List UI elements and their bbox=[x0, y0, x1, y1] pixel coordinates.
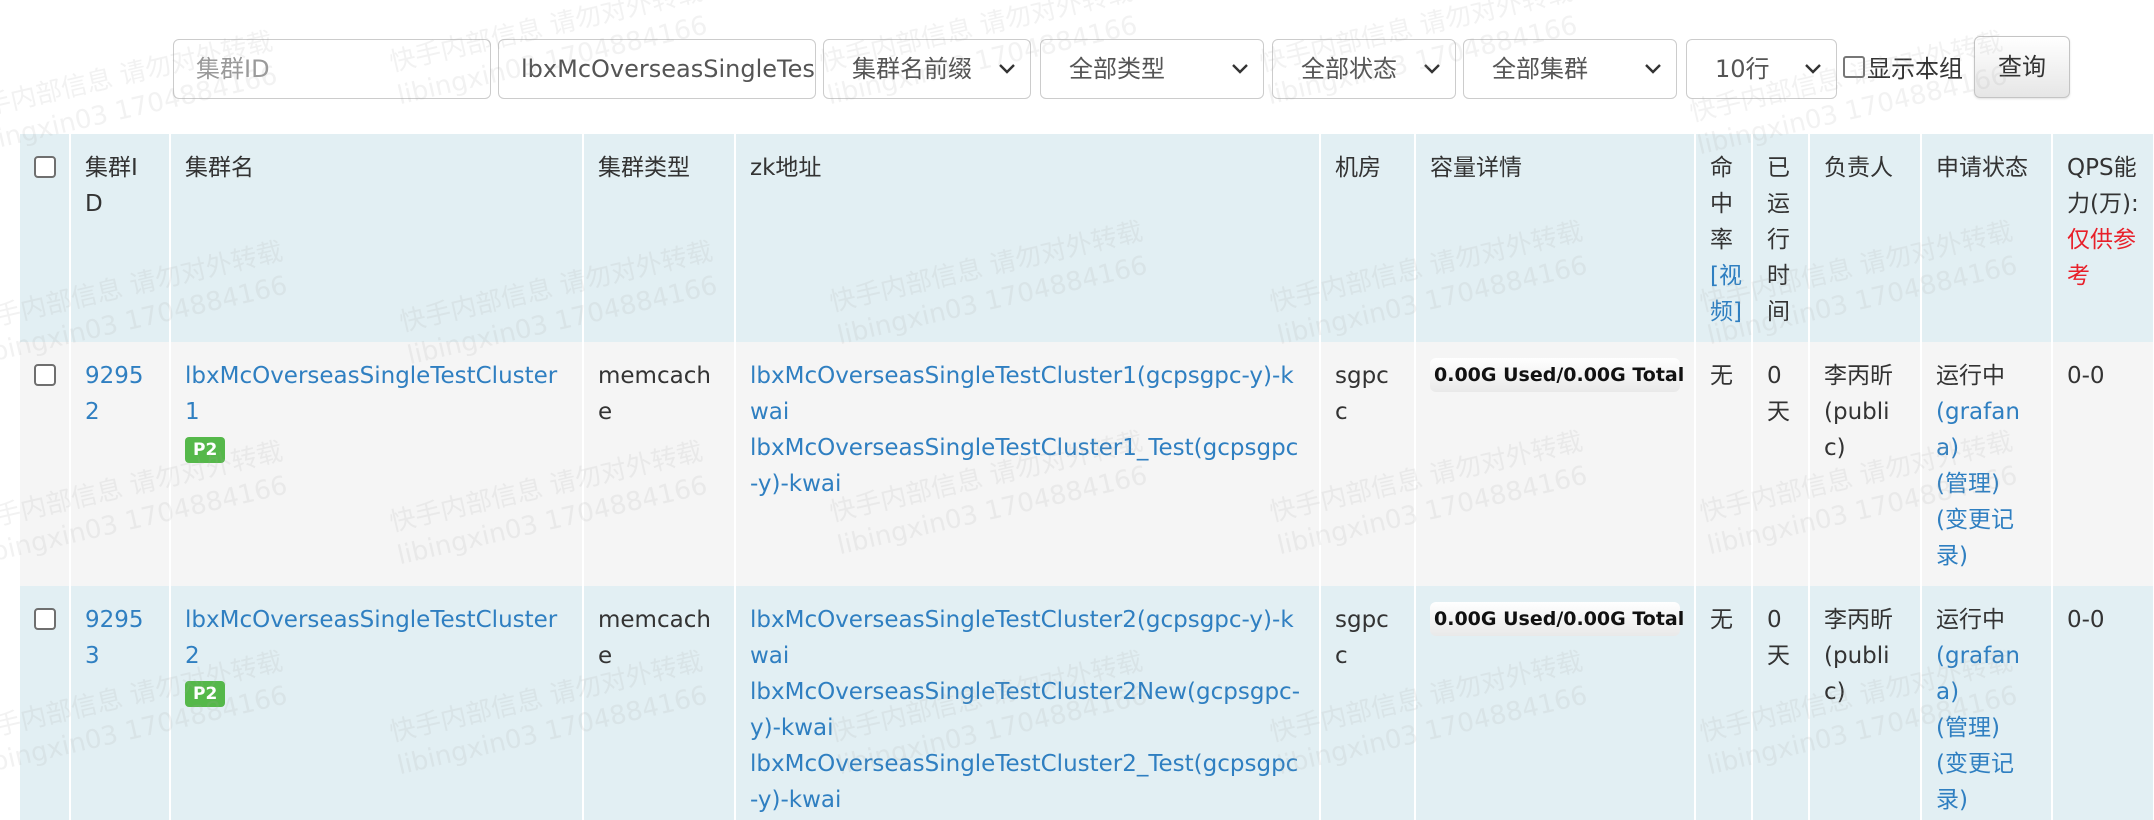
chevron-down-icon bbox=[1424, 64, 1440, 74]
capacity-cell: 0.00G Used/0.00G Total bbox=[1415, 342, 1696, 586]
manage-link[interactable]: (管理) bbox=[1936, 710, 2037, 746]
change-log-link[interactable]: (变更记录) bbox=[1936, 746, 2037, 818]
chevron-down-icon bbox=[1645, 64, 1661, 74]
zk-address-cell: lbxMcOverseasSingleTestCluster2(gcpsgpc-… bbox=[735, 586, 1321, 820]
change-log-link[interactable]: (变更记录) bbox=[1936, 502, 2037, 574]
cluster-name-link[interactable]: lbxMcOverseasSingleTestCluster2 bbox=[185, 602, 568, 674]
zk-address-cell: lbxMcOverseasSingleTestCluster1(gcpsgpc-… bbox=[735, 342, 1321, 586]
qps-label: QPS能力(万): bbox=[2067, 155, 2139, 217]
table-header-row: 集群ID 集群名 集群类型 zk地址 机房 容量详情 命中率 [视频] 已运行时… bbox=[20, 134, 2154, 342]
cluster-name-value: lbxMcOverseasSingleTes bbox=[521, 55, 815, 83]
cluster-id-link[interactable]: 92952 bbox=[85, 363, 144, 425]
manage-link[interactable]: (管理) bbox=[1936, 466, 2037, 502]
capacity-cell: 0.00G Used/0.00G Total bbox=[1415, 586, 1696, 820]
capacity-used: 0.00G Used bbox=[1434, 608, 1557, 630]
hit-rate-cell: 无 bbox=[1695, 586, 1753, 820]
row-select-cell bbox=[20, 586, 71, 820]
type-selected: 全部类型 bbox=[1069, 55, 1165, 83]
header-apply-status: 申请状态 bbox=[1921, 134, 2053, 342]
select-all-checkbox[interactable] bbox=[34, 156, 56, 178]
row-select-cell bbox=[20, 342, 71, 586]
cluster-id-cell: 92952 bbox=[70, 342, 171, 586]
zk-address-link[interactable]: lbxMcOverseasSingleTestCluster1_Test(gcp… bbox=[750, 430, 1305, 502]
uptime-cell: 0天 bbox=[1752, 586, 1810, 820]
zk-address-link[interactable]: lbxMcOverseasSingleTestCluster2_Test(gcp… bbox=[750, 746, 1305, 818]
page: 集群ID lbxMcOverseasSingleTes 集群名前缀 全部类型 全… bbox=[0, 0, 2154, 820]
cluster-id-cell: 92953 bbox=[70, 586, 171, 820]
room-cell: sgpcc bbox=[1320, 586, 1416, 820]
cluster-type-cell: memcache bbox=[583, 586, 736, 820]
chevron-down-icon bbox=[999, 64, 1015, 74]
cluster-id-placeholder: 集群ID bbox=[196, 55, 270, 83]
query-button[interactable]: 查询 bbox=[1974, 36, 2070, 98]
chevron-down-icon bbox=[1805, 64, 1821, 74]
page-size-selected: 10行 bbox=[1715, 55, 1770, 83]
chevron-down-icon bbox=[1232, 64, 1248, 74]
show-group-checkbox[interactable] bbox=[1843, 56, 1865, 78]
table-row: 92953 lbxMcOverseasSingleTestCluster2 P2… bbox=[20, 586, 2154, 820]
grafana-link[interactable]: (grafana) bbox=[1936, 394, 2037, 466]
grafana-link[interactable]: (grafana) bbox=[1936, 638, 2037, 710]
owner-cell: 李丙昕(public) bbox=[1809, 586, 1922, 820]
priority-badge: P2 bbox=[185, 681, 226, 707]
header-qps: QPS能力(万): 仅供参考 bbox=[2052, 134, 2154, 342]
apply-status-cell: 运行中 (grafana) (管理) (变更记录) bbox=[1921, 342, 2053, 586]
page-size-select[interactable]: 10行 bbox=[1686, 39, 1837, 99]
cluster-id-input[interactable]: 集群ID bbox=[173, 39, 491, 99]
room-cell: sgpcc bbox=[1320, 342, 1416, 586]
cluster-name-input[interactable]: lbxMcOverseasSingleTes bbox=[498, 39, 816, 99]
header-hit-rate: 命中率 [视频] bbox=[1695, 134, 1753, 342]
show-group-label: 显示本组 bbox=[1867, 55, 1963, 83]
cluster-id-link[interactable]: 92953 bbox=[85, 607, 144, 669]
type-select[interactable]: 全部类型 bbox=[1040, 39, 1264, 99]
row-checkbox[interactable] bbox=[34, 608, 56, 630]
qps-cell: 0-0 bbox=[2052, 586, 2154, 820]
name-match-selected: 集群名前缀 bbox=[852, 55, 972, 83]
cluster-type-cell: memcache bbox=[583, 342, 736, 586]
priority-badge: P2 bbox=[185, 437, 226, 463]
apply-status-cell: 运行中 (grafana) (管理) (变更记录) bbox=[1921, 586, 2053, 820]
cluster-name-link[interactable]: lbxMcOverseasSingleTestCluster1 bbox=[185, 358, 568, 430]
capacity-progress-bar: 0.00G Used/0.00G Total bbox=[1430, 358, 1684, 392]
header-select-all bbox=[20, 134, 71, 342]
header-uptime: 已运行时间 bbox=[1752, 134, 1810, 342]
qps-note: 仅供参考 bbox=[2067, 227, 2136, 289]
capacity-progress-bar: 0.00G Used/0.00G Total bbox=[1430, 602, 1684, 636]
hit-rate-label: 命中率 bbox=[1710, 155, 1733, 253]
cluster-scope-select[interactable]: 全部集群 bbox=[1463, 39, 1677, 99]
zk-address-link[interactable]: lbxMcOverseasSingleTestCluster2New(gcpsg… bbox=[750, 674, 1305, 746]
cluster-name-cell: lbxMcOverseasSingleTestCluster2 P2 bbox=[170, 586, 584, 820]
cluster-scope-selected: 全部集群 bbox=[1492, 55, 1588, 83]
header-cluster-name: 集群名 bbox=[170, 134, 584, 342]
zk-address-link[interactable]: lbxMcOverseasSingleTestCluster1(gcpsgpc-… bbox=[750, 358, 1305, 430]
uptime-cell: 0天 bbox=[1752, 342, 1810, 586]
header-room: 机房 bbox=[1320, 134, 1416, 342]
hit-rate-cell: 无 bbox=[1695, 342, 1753, 586]
qps-cell: 0-0 bbox=[2052, 342, 2154, 586]
header-owner: 负责人 bbox=[1809, 134, 1922, 342]
table-row: 92952 lbxMcOverseasSingleTestCluster1 P2… bbox=[20, 342, 2154, 586]
filter-toolbar: 集群ID lbxMcOverseasSingleTes 集群名前缀 全部类型 全… bbox=[0, 0, 2154, 132]
capacity-used: 0.00G Used bbox=[1434, 364, 1557, 386]
header-cluster-type: 集群类型 bbox=[583, 134, 736, 342]
status-text: 运行中 bbox=[1936, 607, 2005, 633]
cluster-table: 集群ID 集群名 集群类型 zk地址 机房 容量详情 命中率 [视频] 已运行时… bbox=[20, 134, 2154, 820]
header-capacity: 容量详情 bbox=[1415, 134, 1696, 342]
header-zk-address: zk地址 bbox=[735, 134, 1321, 342]
status-select[interactable]: 全部状态 bbox=[1272, 39, 1456, 99]
status-text: 运行中 bbox=[1936, 363, 2005, 389]
capacity-total: /0.00G Total bbox=[1556, 364, 1685, 386]
name-match-select[interactable]: 集群名前缀 bbox=[823, 39, 1031, 99]
cluster-name-cell: lbxMcOverseasSingleTestCluster1 P2 bbox=[170, 342, 584, 586]
status-selected: 全部状态 bbox=[1301, 55, 1397, 83]
owner-cell: 李丙昕(public) bbox=[1809, 342, 1922, 586]
capacity-total: /0.00G Total bbox=[1556, 608, 1685, 630]
header-cluster-id: 集群ID bbox=[70, 134, 171, 342]
zk-address-link[interactable]: lbxMcOverseasSingleTestCluster2(gcpsgpc-… bbox=[750, 602, 1305, 674]
hit-rate-video-link[interactable]: [视频] bbox=[1710, 258, 1742, 330]
row-checkbox[interactable] bbox=[34, 364, 56, 386]
